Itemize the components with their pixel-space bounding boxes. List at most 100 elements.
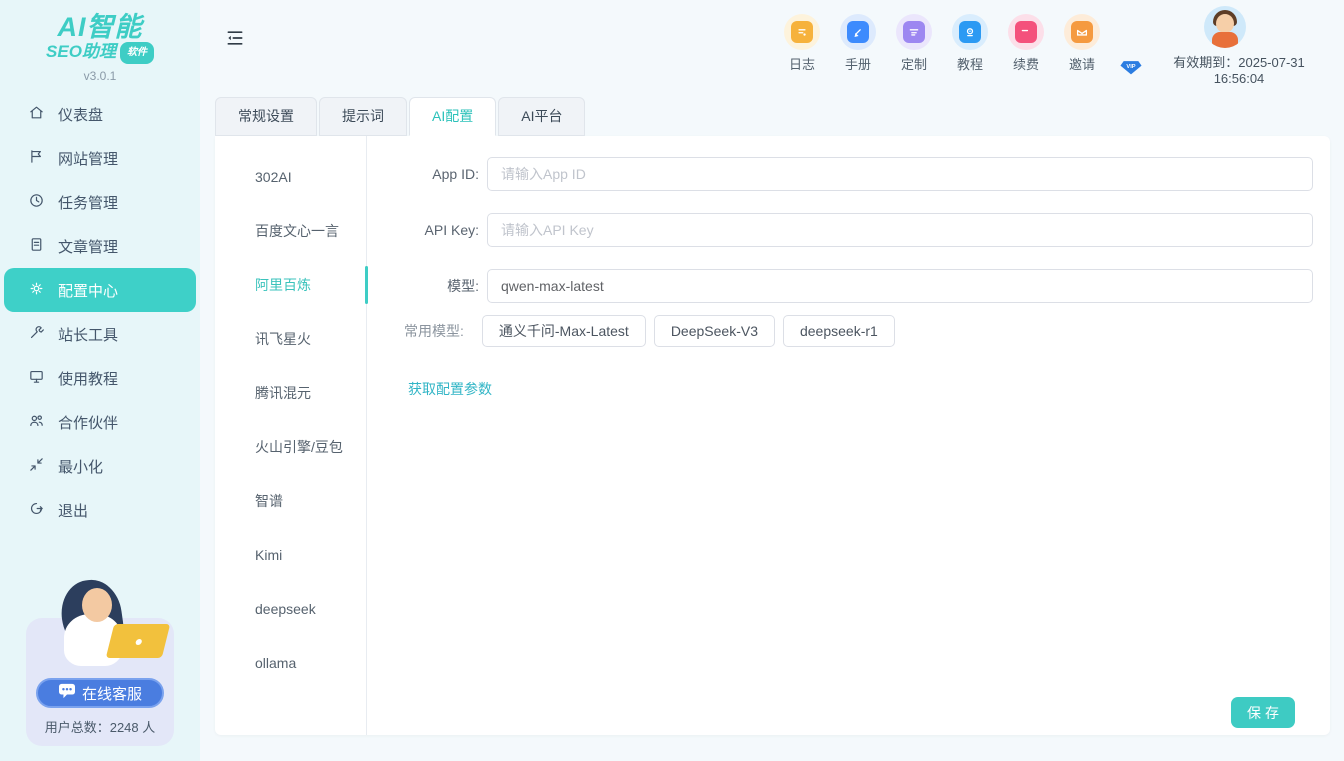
support-card: 在线客服 用户总数：2248 人	[26, 618, 174, 746]
manual-icon	[847, 21, 869, 43]
common-model-deepseek-r1-button[interactable]: deepseek-r1	[783, 315, 895, 347]
provider-baidu-ernie[interactable]: 百度文心一言	[215, 204, 366, 258]
tab-ai-config[interactable]: AI配置	[409, 97, 496, 136]
quick-action-label: 续费	[1013, 54, 1039, 73]
tutorial-icon	[959, 21, 981, 43]
save-button[interactable]: 保存	[1231, 697, 1295, 728]
home-icon	[28, 104, 45, 125]
tab-prompts[interactable]: 提示词	[319, 97, 407, 136]
provider-config-form: App ID: API Key: 模型: 常用模型: 通义千问-Max-Late…	[367, 136, 1330, 735]
quick-action-label: 定制	[901, 54, 927, 73]
sidebar-item-logout[interactable]: 退出	[0, 488, 200, 532]
app-id-row: App ID:	[367, 157, 1313, 191]
sidebar-item-label: 合作伙伴	[58, 412, 118, 433]
svg-text:VIP: VIP	[1126, 64, 1135, 70]
sidebar-item-label: 站长工具	[58, 324, 118, 345]
provider-ali-bailian[interactable]: 阿里百炼	[215, 258, 366, 312]
quick-actions: 日志 手册 定制 教程 续费 邀请	[774, 14, 1110, 73]
provider-list: 302AI 百度文心一言 阿里百炼 讯飞星火 腾讯混元 火山引擎/豆包 智谱 K…	[215, 136, 367, 735]
provider-zhipu[interactable]: 智谱	[215, 474, 366, 528]
get-config-params-link[interactable]: 获取配置参数	[408, 379, 492, 399]
sidebar-item-websites[interactable]: 网站管理	[0, 136, 200, 180]
sidebar: AI智能 SEO助理软件 v3.0.1 仪表盘 网站管理 任务管理 文章管理 配…	[0, 0, 200, 761]
provider-ollama[interactable]: ollama	[215, 636, 366, 690]
avatar[interactable]	[1204, 6, 1246, 48]
support-illustration	[34, 580, 166, 676]
quick-action-invite[interactable]: 邀请	[1054, 14, 1110, 73]
tab-general-settings[interactable]: 常规设置	[215, 97, 317, 136]
flag-icon	[28, 148, 45, 169]
api-key-input[interactable]	[487, 213, 1313, 247]
quick-action-customize[interactable]: 定制	[886, 14, 942, 73]
settings-tabs: 常规设置 提示词 AI配置 AI平台	[215, 97, 585, 136]
logout-icon	[28, 500, 45, 521]
partners-icon	[28, 412, 45, 433]
provider-deepseek[interactable]: deepseek	[215, 582, 366, 636]
sidebar-item-config-center[interactable]: 配置中心	[4, 268, 196, 312]
sidebar-item-label: 仪表盘	[58, 104, 103, 125]
sidebar-item-partners[interactable]: 合作伙伴	[0, 400, 200, 444]
quick-action-label: 日志	[789, 54, 815, 73]
vip-expiry-text: 有效期到：2025-07-31 16:56:04	[1148, 52, 1330, 86]
app-id-input[interactable]	[487, 157, 1313, 191]
quick-action-label: 教程	[957, 54, 983, 73]
user-total-count: 用户总数：2248 人	[26, 717, 174, 736]
document-icon	[28, 236, 45, 257]
gear-icon	[28, 280, 45, 301]
sidebar-item-label: 配置中心	[58, 280, 118, 301]
provider-xunfei-spark[interactable]: 讯飞星火	[215, 312, 366, 366]
sidebar-item-webmaster-tools[interactable]: 站长工具	[0, 312, 200, 356]
app-id-label: App ID:	[367, 166, 479, 182]
quick-action-logs[interactable]: 日志	[774, 14, 830, 73]
quick-action-label: 邀请	[1069, 54, 1095, 73]
user-block: VIP 有效期到：2025-07-31 16:56:04	[1120, 6, 1330, 86]
model-input[interactable]	[487, 269, 1313, 303]
sidebar-item-dashboard[interactable]: 仪表盘	[0, 92, 200, 136]
monitor-icon	[28, 368, 45, 389]
sidebar-item-minimize[interactable]: 最小化	[0, 444, 200, 488]
ai-config-panel: 302AI 百度文心一言 阿里百炼 讯飞星火 腾讯混元 火山引擎/豆包 智谱 K…	[215, 136, 1330, 735]
minimize-icon	[28, 456, 45, 477]
model-row: 模型:	[367, 269, 1313, 303]
tab-ai-platform[interactable]: AI平台	[498, 97, 585, 136]
sidebar-item-tutorials[interactable]: 使用教程	[0, 356, 200, 400]
main-area: 日志 手册 定制 教程 续费 邀请 VIP 有效期到：2025-07-31 1	[200, 0, 1344, 761]
online-support-button[interactable]: 在线客服	[36, 678, 164, 708]
invite-icon	[1071, 21, 1093, 43]
quick-action-manual[interactable]: 手册	[830, 14, 886, 73]
log-icon	[791, 21, 813, 43]
common-model-deepseek-v3-button[interactable]: DeepSeek-V3	[654, 315, 775, 347]
customize-icon	[903, 21, 925, 43]
online-support-label: 在线客服	[82, 683, 142, 704]
provider-302ai[interactable]: 302AI	[215, 150, 366, 204]
sidebar-item-label: 最小化	[58, 456, 103, 477]
common-model-qwen-button[interactable]: 通义千问-Max-Latest	[482, 315, 646, 347]
model-label: 模型:	[367, 276, 479, 296]
app-version: v3.0.1	[0, 69, 200, 83]
sidebar-menu: 仪表盘 网站管理 任务管理 文章管理 配置中心 站长工具 使用教程 合作伙伴	[0, 92, 200, 532]
provider-volcano-doubao[interactable]: 火山引擎/豆包	[215, 420, 366, 474]
api-key-row: API Key:	[367, 213, 1313, 247]
logo-title: AI智能	[0, 12, 200, 42]
quick-action-label: 手册	[845, 54, 871, 73]
sidebar-item-label: 文章管理	[58, 236, 118, 257]
renew-icon	[1015, 21, 1037, 43]
logo-subtitle: SEO助理软件	[0, 42, 200, 64]
sidebar-item-articles[interactable]: 文章管理	[0, 224, 200, 268]
quick-action-tutorial[interactable]: 教程	[942, 14, 998, 73]
api-key-label: API Key:	[367, 222, 479, 238]
vip-icon: VIP	[1120, 60, 1142, 78]
sidebar-item-label: 退出	[58, 500, 88, 521]
quick-action-renew[interactable]: 续费	[998, 14, 1054, 73]
common-models-label: 常用模型:	[404, 321, 464, 341]
provider-tencent-hunyuan[interactable]: 腾讯混元	[215, 366, 366, 420]
chat-icon	[58, 683, 76, 703]
collapse-menu-icon[interactable]	[225, 28, 245, 48]
wrench-icon	[28, 324, 45, 345]
sidebar-item-tasks[interactable]: 任务管理	[0, 180, 200, 224]
app-logo: AI智能 SEO助理软件 v3.0.1	[0, 0, 200, 92]
logo-badge: 软件	[120, 42, 154, 64]
sidebar-item-label: 任务管理	[58, 192, 118, 213]
provider-kimi[interactable]: Kimi	[215, 528, 366, 582]
sidebar-item-label: 使用教程	[58, 368, 118, 389]
